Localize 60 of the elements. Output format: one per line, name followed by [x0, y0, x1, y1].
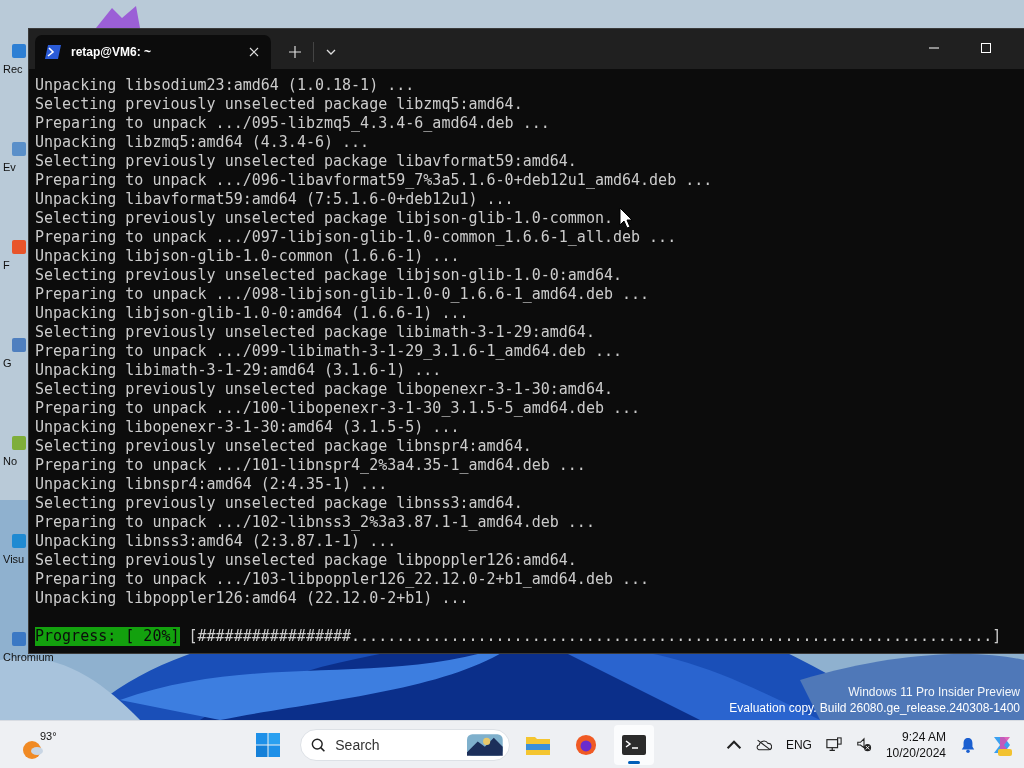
monitor-icon[interactable] [825, 736, 842, 753]
desktop-icon-label[interactable]: G [0, 356, 12, 370]
terminal-line: Selecting previously unselected package libpoppler126:amd64. [35, 551, 577, 570]
terminal-line: Preparing to unpack .../100-libopenexr-3-1-30_3.1.5-5_amd64.deb ... [35, 399, 641, 418]
terminal-line: Unpacking libnspr4:amd64 (2:4.35-1) ... [35, 475, 388, 494]
search-field[interactable]: Search [333, 735, 468, 754]
progress-label: Progress: [ 20%] [35, 627, 180, 646]
search-bar[interactable]: Search [300, 728, 510, 761]
terminal-line: Selecting previously unselected package libavformat59:amd64. [35, 152, 577, 171]
pointer-icon [619, 207, 633, 229]
desktop-icon-label[interactable]: F [0, 258, 10, 272]
desktop-icon-label[interactable]: Ev [0, 160, 16, 174]
terminal-line: Preparing to unpack .../101-libnspr4_2%3a4.35-1_amd64.deb ... [35, 456, 586, 475]
terminal-line: Selecting previously unselected package libjson-glib-1.0-0:amd64. [35, 266, 622, 285]
powershell-icon [45, 45, 61, 59]
terminal-tab[interactable]: retap@VM6: ~ [35, 35, 271, 69]
terminal-line: Unpacking libjson-glib-1.0-0:amd64 (1.6.6-1) ... [35, 304, 469, 323]
plus-icon[interactable] [289, 46, 301, 58]
bell-icon[interactable] [960, 736, 976, 753]
terminal-line: Preparing to unpack .../099-libimath-3-1-29_3.1.6-1_amd64.deb ... [35, 342, 622, 361]
terminal-icon [622, 733, 646, 756]
terminal-line: Selecting previously unselected package libzmq5:amd64. [35, 95, 523, 114]
terminal-line: Unpacking libavformat59:amd64 (7:5.1.6-0+deb12u1) ... [35, 190, 514, 209]
desktop-icon-label[interactable]: No [0, 454, 18, 468]
terminal-line: Unpacking libjson-glib-1.0-common (1.6.6-1) ... [35, 247, 460, 266]
watermark-text: Windows 11 Pro Insider Preview [848, 684, 1020, 700]
terminal-line: Selecting previously unselected package libnspr4:amd64. [35, 437, 532, 456]
terminal-line: Preparing to unpack .../095-libzmq5_4.3.4-6_amd64.deb ... [35, 114, 550, 133]
firefox-icon [574, 733, 598, 756]
terminal-line: Unpacking libnss3:amd64 (2:3.87.1-1) ... [35, 532, 397, 551]
terminal-line: Selecting previously unselected package libopenexr-3-1-30:amd64. [35, 380, 613, 399]
terminal-line: Unpacking libopenexr-3-1-30:amd64 (3.1.5-5) ... [35, 418, 460, 437]
terminal-line: Preparing to unpack .../098-libjson-glib-1.0-0_1.6.6-1_amd64.deb ... [35, 285, 650, 304]
terminal-line: Preparing to unpack .../097-libjson-glib-1.0-common_1.6.6-1_all.deb ... [35, 228, 677, 247]
search-icon [311, 736, 326, 753]
terminal-app-button[interactable] [614, 724, 654, 765]
terminal-line: Selecting previously unselected package libnss3:amd64. [35, 494, 523, 513]
close-icon[interactable] [249, 47, 259, 57]
clock-date[interactable]: 10/20/2024 [885, 744, 946, 761]
progress-bar-text: [#################.......................................................................] [188, 627, 1002, 646]
terminal-line: Unpacking libpoppler126:amd64 (22.12.0-2+b1) ... [35, 589, 469, 608]
desktop-icon-label[interactable]: Visu [0, 552, 25, 566]
temperature[interactable]: 93° [40, 729, 57, 742]
terminal-line: Preparing to unpack .../096-libavformat59_7%3a5.1.6-0+deb12u1_amd64.deb ... [35, 171, 713, 190]
terminal-line: Preparing to unpack .../102-libnss3_2%3a3.87.1-1_amd64.deb ... [35, 513, 595, 532]
language-indicator[interactable]: ENG [785, 737, 812, 752]
desktop-icon-label[interactable]: Rec [0, 62, 23, 76]
speaker-muted-icon[interactable] [855, 736, 872, 753]
terminal-line: Unpacking libsodium23:amd64 (1.0.18-1) ... [35, 76, 415, 95]
chevron-down-icon[interactable] [326, 49, 336, 55]
terminal-line: Unpacking libzmq5:amd64 (4.3.4-6) ... [35, 133, 370, 152]
windows-logo-icon[interactable] [256, 732, 280, 757]
clock-time[interactable]: 9:24 AM [901, 728, 946, 745]
maximize-icon[interactable] [981, 43, 991, 53]
desktop-icon-label[interactable]: Chromium [0, 650, 54, 664]
terminal-line: Preparing to unpack .../103-libpoppler126_22.12.0-2+b1_amd64.deb ... [35, 570, 650, 589]
terminal-line: Selecting previously unselected package libimath-3-1-29:amd64. [35, 323, 595, 342]
terminal-line: Unpacking libimath-3-1-29:amd64 (3.1.6-1) ... [35, 361, 442, 380]
terminal-line: Selecting previously unselected package libjson-glib-1.0-common. [35, 209, 613, 228]
watermark-text: Evaluation copy. Build 26080.ge_release.240308-1400 [729, 700, 1020, 716]
